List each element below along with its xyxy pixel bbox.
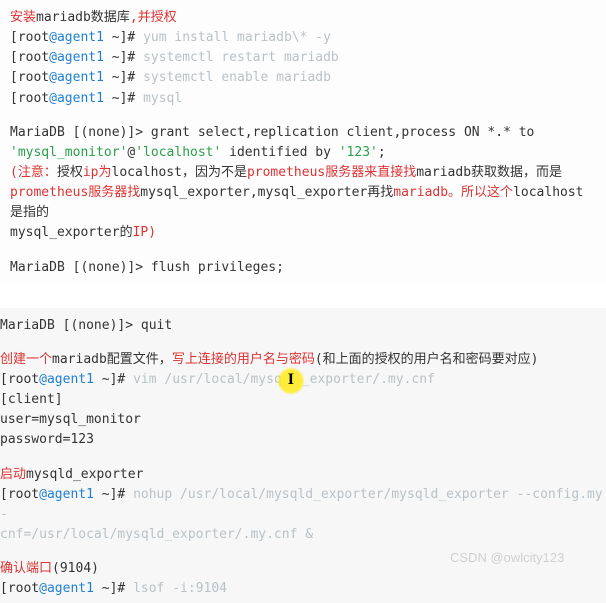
sql-grant-1: MariaDB [(none)]> grant select,replicati… bbox=[10, 123, 596, 143]
spacer bbox=[0, 336, 606, 350]
sql-quit: MariaDB [(none)]> quit bbox=[0, 316, 606, 336]
sql-grant-2: 'mysql_monitor'@'localhost' identified b… bbox=[10, 143, 596, 163]
spacer bbox=[10, 109, 596, 123]
cmd-nohup-2: cnf=/usr/local/mysqld_exporter/.my.cnf & bbox=[0, 525, 606, 545]
cmd-nohup-1: [root@agent1 ~]# nohup /usr/local/mysqld… bbox=[0, 485, 606, 525]
cmd-mysql: [root@agent1 ~]# mysql bbox=[10, 89, 596, 109]
cnf-password: password=123 bbox=[0, 430, 606, 450]
heading-install-mariadb: 安装mariadb数据库,并授权 bbox=[10, 8, 596, 28]
cnf-user: user=mysql_monitor bbox=[0, 410, 606, 430]
heading-create-cnf: 创建一个mariadb配置文件，写上连接的用户名与密码(和上面的授权的用户名和密… bbox=[0, 350, 606, 370]
cmd-systemctl-enable: [root@agent1 ~]# systemctl enable mariad… bbox=[10, 68, 596, 88]
note-line-3: mysql_exporter的IP) bbox=[10, 223, 596, 243]
note-line-1: (注意：授权ip为localhost，因为不是prometheus服务器来直接找… bbox=[10, 163, 596, 183]
note-line-2: prometheus服务器找mysql_exporter,mysql_expor… bbox=[10, 183, 596, 223]
spacer bbox=[10, 244, 596, 258]
spacer bbox=[0, 451, 606, 465]
cmd-vim-cnf: [root@agent1 ~]# vim /usr/local/mysqI_ex… bbox=[0, 370, 606, 390]
spacer bbox=[0, 545, 606, 559]
cmd-yum-install: [root@agent1 ~]# yum install mariadb\* -… bbox=[10, 28, 596, 48]
sql-flush-privileges: MariaDB [(none)]> flush privileges; bbox=[10, 258, 596, 278]
cmd-lsof: [root@agent1 ~]# lsof -i:9104 bbox=[0, 579, 606, 599]
heading-confirm-port: 确认端口(9104) bbox=[0, 559, 606, 579]
code-block-bottom: MariaDB [(none)]> quit 创建一个mariadb配置文件，写… bbox=[0, 308, 606, 603]
text-caret-icon: I bbox=[288, 368, 294, 393]
cnf-section-client: [client] bbox=[0, 390, 606, 410]
code-block-top: 安装mariadb数据库,并授权 [root@agent1 ~]# yum in… bbox=[0, 0, 606, 282]
cmd-systemctl-restart: [root@agent1 ~]# systemctl restart maria… bbox=[10, 48, 596, 68]
heading-start-exporter: 启动mysqld_exporter bbox=[0, 465, 606, 485]
